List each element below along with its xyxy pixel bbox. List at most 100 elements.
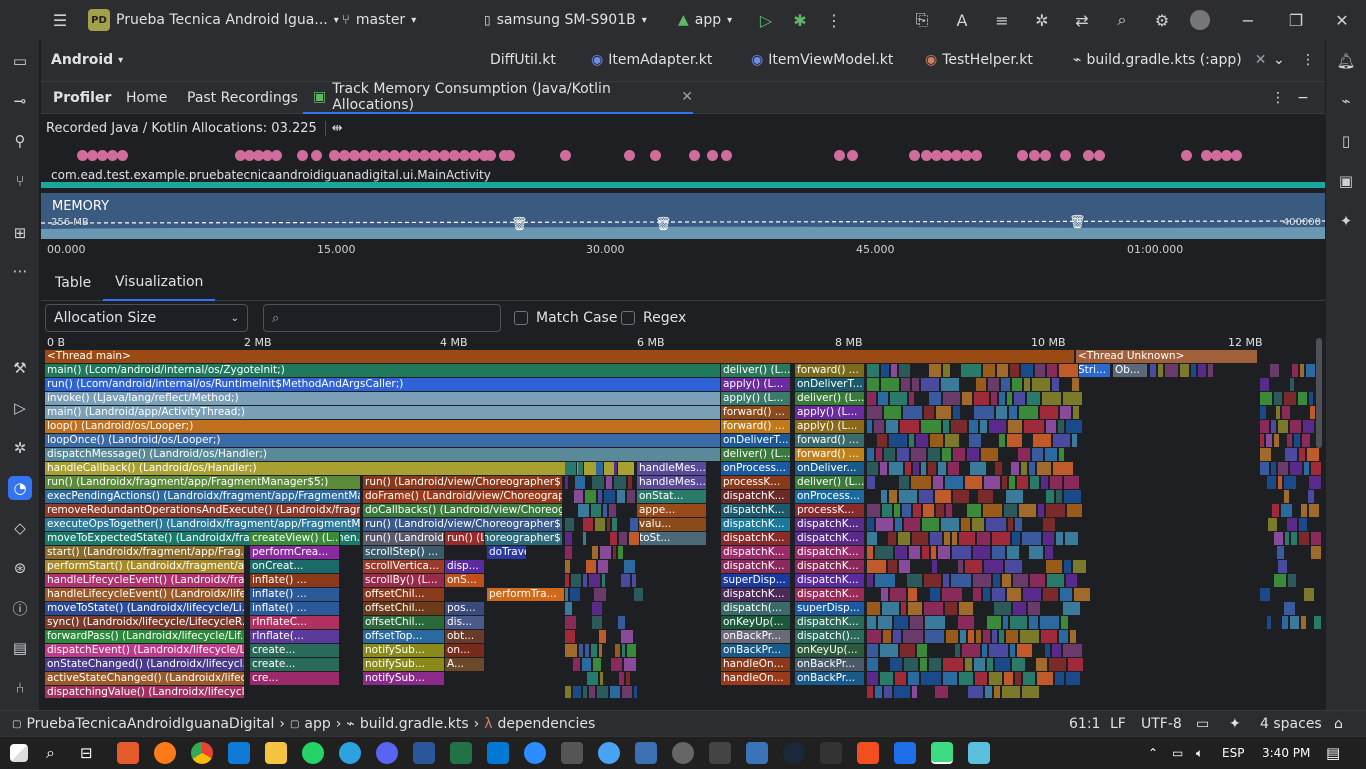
flame-frame-small[interactable] (1303, 420, 1315, 433)
flame-frame-small[interactable] (578, 462, 584, 475)
flame-frame-small[interactable] (1260, 462, 1270, 475)
flame-frame[interactable]: dispatchK... (795, 588, 865, 601)
device-manager-button[interactable]: ⎘ (910, 0, 934, 40)
flame-frame-small[interactable] (902, 504, 912, 517)
flame-frame-small[interactable] (627, 644, 637, 657)
flame-frame-small[interactable] (889, 434, 908, 447)
flame-frame-small[interactable] (899, 364, 911, 377)
flame-frame[interactable]: inflate() ... (250, 602, 340, 615)
flame-frame-small[interactable] (943, 420, 950, 433)
interaction-event-dot[interactable] (1040, 150, 1051, 161)
flame-frame-small[interactable] (1284, 392, 1297, 405)
interaction-event-dot[interactable] (1094, 150, 1105, 161)
flame-frame-small[interactable] (1309, 392, 1314, 405)
flame-frame[interactable]: notifySub... (363, 658, 445, 671)
flame-frame-small[interactable] (888, 560, 898, 573)
flame-frame-small[interactable] (1010, 616, 1028, 629)
settings-button[interactable]: ⚙ (1150, 0, 1174, 40)
flame-frame-small[interactable] (890, 392, 908, 405)
interaction-event-dot[interactable] (1029, 150, 1040, 161)
flame-frame-small[interactable] (565, 630, 576, 643)
interaction-event-dot[interactable] (1083, 150, 1094, 161)
flame-frame-small[interactable] (1150, 364, 1157, 377)
flame-frame-small[interactable] (1063, 392, 1083, 405)
flame-frame-small[interactable] (867, 504, 881, 517)
flame-frame-small[interactable] (867, 448, 875, 461)
breadcrumb-item[interactable]: build.gradle.kts (360, 716, 469, 732)
flame-frame-small[interactable] (1281, 504, 1293, 517)
flame-frame-small[interactable] (919, 490, 934, 503)
flame-frame-small[interactable] (1004, 504, 1018, 517)
epic-icon[interactable] (820, 742, 842, 764)
flame-frame-small[interactable] (867, 560, 887, 573)
flame-frame-small[interactable] (583, 574, 588, 587)
flame-frame-small[interactable] (959, 532, 976, 545)
flame-frame[interactable]: loop() (Landroid/os/Looper;) (45, 420, 721, 433)
flame-frame[interactable]: handleMes... (637, 476, 707, 489)
debug-button[interactable]: ✱ (788, 0, 812, 40)
flame-frame-small[interactable] (884, 686, 893, 698)
flame-frame-small[interactable] (621, 630, 634, 643)
flame-frame[interactable]: dispatchK... (721, 560, 791, 573)
flame-frame-small[interactable] (1302, 434, 1311, 447)
outlook-icon[interactable] (487, 742, 509, 764)
flame-frame-small[interactable] (959, 602, 974, 615)
project-tool-button[interactable]: ▭ (8, 49, 32, 73)
flame-frame-small[interactable] (1007, 392, 1013, 405)
android-studio-icon[interactable] (931, 742, 953, 764)
flame-frame-small[interactable] (941, 518, 960, 531)
vertical-scrollbar[interactable] (1316, 338, 1322, 448)
app-quality-button[interactable]: ◇ (8, 516, 32, 540)
flame-frame-small[interactable] (867, 420, 873, 433)
flame-frame[interactable]: onStat... (637, 490, 707, 503)
flame-frame[interactable]: onKeyUp(... (795, 644, 865, 657)
flame-frame-small[interactable] (1309, 504, 1320, 517)
flame-frame-small[interactable] (565, 616, 577, 629)
flame-frame[interactable]: Stri... (1076, 364, 1111, 377)
flame-frame-small[interactable] (1012, 532, 1021, 545)
flame-frame-small[interactable] (889, 490, 898, 503)
flame-frame[interactable]: run() (Lcom/android/internal/os/RuntimeI… (45, 378, 721, 391)
flame-frame-small[interactable] (988, 378, 1000, 391)
flame-frame-small[interactable] (1043, 518, 1056, 531)
flame-frame-small[interactable] (1284, 476, 1297, 489)
flame-frame-small[interactable] (575, 476, 586, 489)
flame-frame-small[interactable] (1008, 518, 1014, 531)
flame-frame-small[interactable] (922, 546, 930, 559)
gradle-button[interactable]: ⌁ (1334, 89, 1358, 113)
tab-testhelper[interactable]: ◉ TestHelper.kt (925, 52, 1033, 68)
app-icon[interactable] (598, 742, 620, 764)
flame-frame-small[interactable] (974, 392, 990, 405)
flame-frame-small[interactable] (1287, 434, 1293, 447)
flame-frame-small[interactable] (974, 658, 986, 671)
flame-frame-small[interactable] (632, 574, 637, 587)
flame-frame-small[interactable] (1047, 364, 1058, 377)
bug-button[interactable]: ✲ (1030, 0, 1054, 40)
readonly-toggle-icon[interactable]: ▭ (1196, 716, 1209, 732)
close-icon[interactable]: ✕ (1255, 52, 1267, 68)
flame-frame-small[interactable] (969, 434, 982, 447)
flame-frame-small[interactable] (1073, 406, 1080, 419)
flame-frame-small[interactable] (1299, 518, 1308, 531)
flame-frame[interactable]: apply() (L... (795, 406, 865, 419)
flame-frame-small[interactable] (936, 406, 952, 419)
windows-start-icon[interactable] (10, 744, 28, 762)
flame-frame[interactable]: appe... (637, 504, 707, 517)
allocation-size-dropdown[interactable]: Allocation Size ⌄ (45, 304, 248, 332)
flame-frame-small[interactable] (565, 602, 573, 615)
flame-frame[interactable]: performCrea... (250, 546, 340, 559)
flame-frame-small[interactable] (1267, 616, 1272, 629)
branch-selector[interactable]: ⑂ master ▾ (342, 0, 416, 40)
flame-frame-small[interactable] (1030, 574, 1046, 587)
flame-frame[interactable]: loopOnce() (Landroid/os/Looper;) (45, 434, 721, 447)
flame-frame[interactable]: superDisp... (795, 602, 865, 615)
flame-frame-small[interactable] (908, 588, 918, 601)
indent-setting[interactable]: 4 spaces (1260, 716, 1322, 732)
flame-frame-small[interactable] (1270, 364, 1280, 377)
flame-frame-small[interactable] (1288, 574, 1297, 587)
flame-frame-small[interactable] (880, 644, 899, 657)
flame-frame-small[interactable] (911, 476, 932, 489)
flame-frame[interactable]: handleOn... (721, 672, 791, 685)
flame-frame-small[interactable] (996, 406, 1008, 419)
flame-frame-small[interactable] (980, 420, 988, 433)
